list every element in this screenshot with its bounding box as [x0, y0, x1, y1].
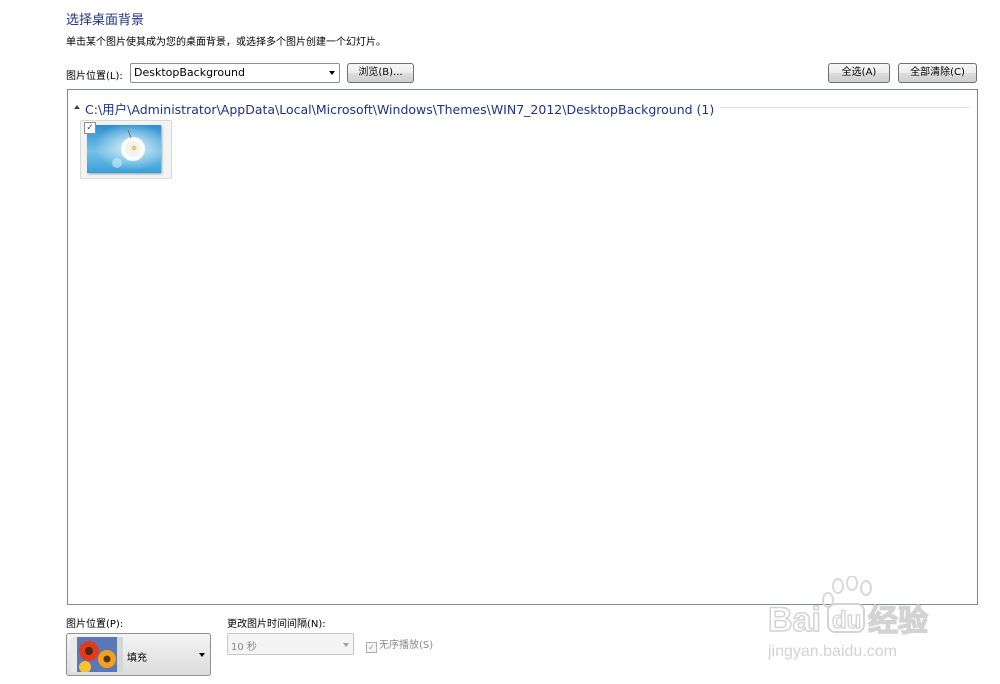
chevron-down-icon: [329, 71, 335, 75]
chevron-down-icon: [199, 653, 205, 657]
wallpaper-thumbnail[interactable]: ✓: [80, 120, 172, 179]
picture-position-value: 填充: [127, 653, 147, 664]
shuffle-label: 无序播放(S): [379, 640, 434, 651]
interval-dropdown[interactable]: 10 秒: [227, 633, 354, 655]
picture-gallery-panel[interactable]: C:\用户\Administrator\AppData\Local\Micros…: [67, 89, 978, 605]
svg-text:du: du: [832, 607, 861, 634]
svg-text:Bai: Bai: [768, 601, 821, 639]
picture-location-value: DesktopBackground: [134, 66, 245, 79]
clear-all-button[interactable]: 全部清除(C): [898, 63, 977, 83]
position-preview-image: [71, 637, 123, 672]
group-folder-path: C:\用户\Administrator\AppData\Local\Micros…: [85, 99, 721, 118]
select-all-button[interactable]: 全选(A): [828, 63, 890, 83]
picture-location-dropdown[interactable]: DesktopBackground: [130, 63, 340, 83]
picture-location-label: 图片位置(L):: [66, 71, 123, 82]
collapse-triangle-icon[interactable]: [74, 105, 80, 109]
shuffle-checkbox[interactable]: ✓: [366, 642, 377, 653]
baidu-watermark-logo: Bai du 经验 jingyan.baidu.com: [766, 575, 956, 676]
svg-text:jingyan.baidu.com: jingyan.baidu.com: [767, 643, 897, 660]
picture-position-label: 图片位置(P):: [66, 619, 124, 630]
svg-text:经验: 经验: [868, 604, 928, 639]
interval-label: 更改图片时间间隔(N):: [227, 619, 326, 630]
page-subtitle: 单击某个图片使其成为您的桌面背景，或选择多个图片创建一个幻灯片。: [66, 37, 386, 48]
interval-value: 10 秒: [231, 642, 257, 653]
thumbnail-checkbox[interactable]: ✓: [84, 122, 96, 134]
desktop-background-window: 选择桌面背景 单击某个图片使其成为您的桌面背景，或选择多个图片创建一个幻灯片。 …: [0, 0, 1000, 684]
page-title: 选择桌面背景: [66, 13, 145, 28]
dandelion-image: [87, 125, 161, 173]
browse-button[interactable]: 浏览(B)...: [347, 63, 414, 83]
chevron-down-icon: [343, 643, 349, 647]
gallery-group-header[interactable]: C:\用户\Administrator\AppData\Local\Micros…: [74, 99, 970, 118]
picture-position-dropdown[interactable]: 填充: [66, 633, 211, 676]
shuffle-option[interactable]: ✓ 无序播放(S): [366, 636, 433, 653]
